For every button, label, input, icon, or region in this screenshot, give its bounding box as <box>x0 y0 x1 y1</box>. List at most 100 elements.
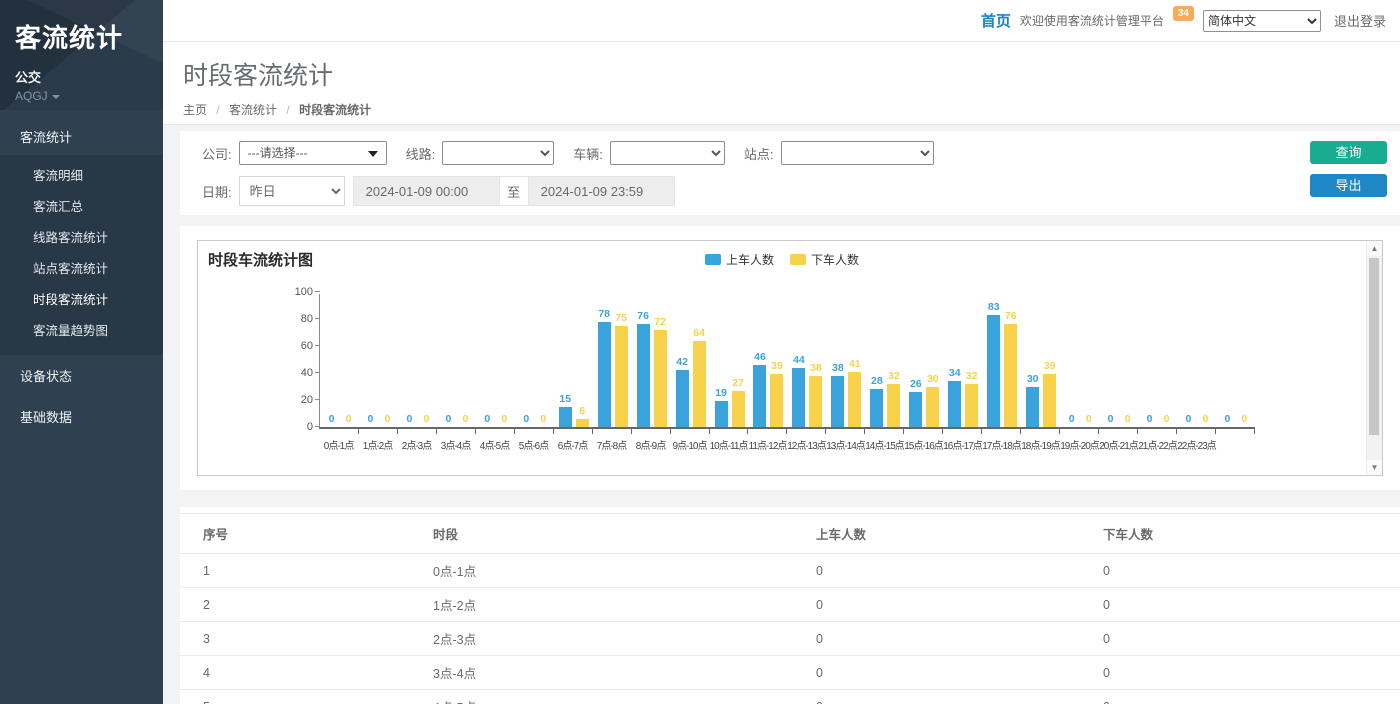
x-axis-tick-mark <box>514 429 515 434</box>
breadcrumb-current: 时段客流统计 <box>299 103 371 117</box>
x-axis-label: 7点-8点 <box>592 437 631 452</box>
main-area: 首页 欢迎使用客流统计管理平台 34 简体中文 退出登录 时段客流统计 主页 /… <box>163 0 1400 704</box>
bar-group: 00 <box>1216 294 1255 427</box>
brand-area: 客流统计 公交 AQGJ <box>0 0 163 110</box>
sidebar-item-sub[interactable]: 客流明细 <box>0 159 163 190</box>
dropdown-triangle-icon <box>368 151 378 157</box>
sidebar-item-sub[interactable]: 客流量趋势图 <box>0 314 163 345</box>
bar-boarding <box>1026 387 1039 428</box>
x-axis-label: 22点-23点 <box>1177 437 1216 452</box>
bar-group: 00 <box>476 294 515 427</box>
company-select-value: ---请选择--- <box>248 146 308 160</box>
user-dropdown[interactable]: AQGJ <box>15 89 148 103</box>
table-cell: 1点-2点 <box>433 588 816 622</box>
company-select[interactable]: ---请选择--- <box>239 141 387 165</box>
x-axis-tick-mark <box>1059 429 1060 434</box>
sidebar-item-sub[interactable]: 客流汇总 <box>0 190 163 221</box>
date-start-input[interactable] <box>353 176 500 206</box>
date-end-input[interactable] <box>528 176 675 206</box>
bar-boarding <box>598 322 611 427</box>
table-row: 32点-3点00 <box>180 622 1400 656</box>
scrollbar-track[interactable] <box>1367 256 1382 460</box>
legend-swatch <box>705 254 721 265</box>
logout-link[interactable]: 退出登录 <box>1334 11 1386 30</box>
filter-buttons: 查询 导出 <box>1310 141 1387 197</box>
bar-boarding <box>676 370 689 427</box>
bar-group: 00 <box>1099 294 1138 427</box>
bar-group: 00 <box>320 294 359 427</box>
y-axis-tick-label: 0 <box>283 421 313 433</box>
company-label: 公司: <box>202 144 232 163</box>
bar-group: 00 <box>1177 294 1216 427</box>
sidebar-item[interactable]: 设备状态 <box>0 355 163 396</box>
station-select[interactable] <box>781 141 934 165</box>
filter-panel: 公司: ---请选择--- 线路: 车辆: 站点: 日期: 昨日 <box>180 131 1400 215</box>
x-axis-label: 0点-1点 <box>319 437 358 452</box>
y-axis-tick-label: 80 <box>283 313 313 325</box>
legend-swatch <box>790 254 806 265</box>
legend-label: 下车人数 <box>811 251 859 268</box>
vehicle-select[interactable] <box>610 141 725 165</box>
home-link[interactable]: 首页 <box>981 10 1011 31</box>
x-axis-label: 10点-11点 <box>709 437 748 452</box>
x-axis-label: 9点-10点 <box>670 437 709 452</box>
table-header-row: 序号 时段 上车人数 下车人数 <box>180 514 1400 554</box>
chart-box: 时段车流统计图 上车人数下车人数 02040608010000000000000… <box>197 240 1383 476</box>
x-axis-label: 14点-15点 <box>865 437 904 452</box>
query-button[interactable]: 查询 <box>1310 141 1387 164</box>
table-cell: 3点-4点 <box>433 656 816 690</box>
chart-legend: 上车人数 下车人数 <box>198 251 1366 268</box>
legend-item[interactable]: 下车人数 <box>790 251 859 268</box>
breadcrumb-passenger-stats[interactable]: 客流统计 <box>229 103 277 117</box>
x-axis-label: 18点-19点 <box>1021 437 1060 452</box>
bar-group: 4639 <box>748 294 787 427</box>
sidebar-item-sub[interactable]: 站点客流统计 <box>0 252 163 283</box>
date-range-to-label: 至 <box>500 176 528 206</box>
bar-alighting <box>615 326 628 427</box>
x-axis-tick-mark <box>436 429 437 434</box>
bar-group: 2832 <box>865 294 904 427</box>
chart-plot: 0204060801000000000000001567875767242641… <box>319 294 1255 429</box>
bar-group: 00 <box>1138 294 1177 427</box>
bar-group: 4264 <box>671 294 710 427</box>
x-axis-tick-mark <box>709 429 710 434</box>
bar-group: 00 <box>1060 294 1099 427</box>
bar-alighting <box>887 384 900 427</box>
scrollbar-thumb[interactable] <box>1369 258 1379 435</box>
table-cell: 3 <box>180 622 433 656</box>
scroll-up-arrow[interactable]: ▲ <box>1367 241 1382 256</box>
x-axis-label: 6点-7点 <box>553 437 592 452</box>
sidebar-item-active[interactable]: 时段客流统计 <box>0 283 163 314</box>
x-axis-tick-mark <box>942 429 943 434</box>
bar-group: 7672 <box>632 294 671 427</box>
table-cell: 0 <box>1103 588 1400 622</box>
app-window: 客流统计 公交 AQGJ 客流统计 客流明细客流汇总线路客流统计站点客流统计时段… <box>0 0 1400 704</box>
breadcrumb-separator: / <box>286 103 289 117</box>
table-row: 21点-2点00 <box>180 588 1400 622</box>
bar-group: 4438 <box>787 294 826 427</box>
x-axis-label: 3点-4点 <box>436 437 475 452</box>
x-axis-tick-mark <box>981 429 982 434</box>
y-axis-tick-label: 100 <box>283 286 313 298</box>
bar-alighting <box>732 391 745 427</box>
sidebar-submenu: 客流明细客流汇总线路客流统计站点客流统计时段客流统计客流量趋势图 <box>0 155 163 355</box>
chart-vertical-scrollbar[interactable]: ▲ ▼ <box>1366 241 1382 475</box>
legend-label: 上车人数 <box>726 251 774 268</box>
sidebar-section-passenger-stats[interactable]: 客流统计 <box>0 118 163 155</box>
x-axis-tick-mark <box>825 429 826 434</box>
filter-row-2: 日期: 昨日 至 <box>202 176 1387 206</box>
legend-item[interactable]: 上车人数 <box>705 251 774 268</box>
scroll-down-arrow[interactable]: ▼ <box>1367 460 1382 475</box>
language-select[interactable]: 简体中文 <box>1203 10 1321 32</box>
line-select[interactable] <box>442 141 554 165</box>
date-preset-select[interactable]: 昨日 <box>239 176 345 206</box>
breadcrumb-home[interactable]: 主页 <box>183 103 207 117</box>
table-cell: 2点-3点 <box>433 622 816 656</box>
sidebar-item-sub[interactable]: 线路客流统计 <box>0 221 163 252</box>
bar-boarding <box>753 365 766 427</box>
export-button[interactable]: 导出 <box>1310 174 1387 197</box>
sidebar-item[interactable]: 基础数据 <box>0 396 163 437</box>
x-axis-tick-mark <box>631 429 632 434</box>
x-axis-label: 19点-20点 <box>1060 437 1099 452</box>
bar-alighting <box>848 372 861 427</box>
